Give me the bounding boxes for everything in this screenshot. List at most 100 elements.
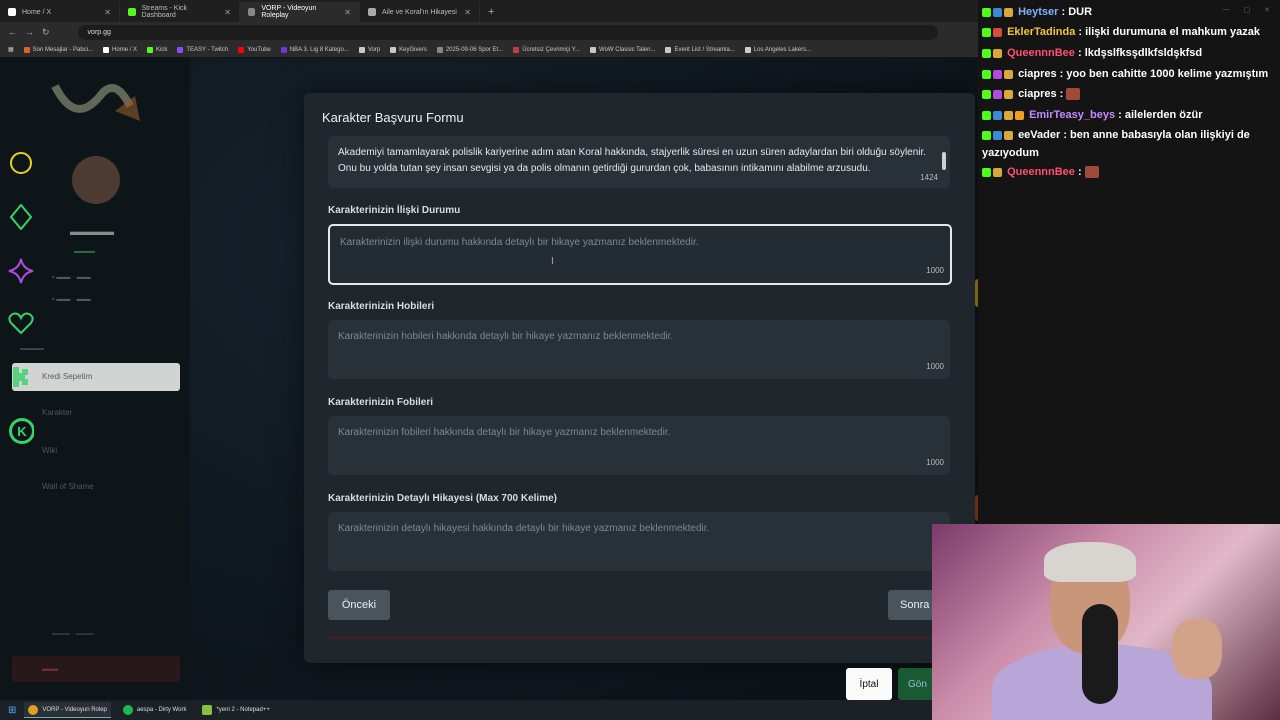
chat-text: lkdşslfksşdlkfsldşkfsd xyxy=(1084,47,1203,59)
reload-icon[interactable]: ↻ xyxy=(42,27,50,38)
field-label-hobbies: Karakterinizin Hobileri xyxy=(328,301,435,312)
sub-badge-icon xyxy=(993,130,1002,140)
sidebar-item[interactable]: Wall of Shame xyxy=(42,482,94,491)
browser-tab-active[interactable]: VORP - Videoyun Roleplay ✕ xyxy=(240,2,360,22)
footer-blurred: ▬▬▬ · ▬▬▬ xyxy=(52,631,94,637)
bookmark[interactable]: Son Mesajlar - Pabci... xyxy=(23,46,93,53)
stat-blurred: ▪ ▬▬ · ▬▬ xyxy=(52,274,91,281)
close-icon[interactable]: ✕ xyxy=(104,8,111,17)
screen: Home / X ✕ Streams - Kick Dashboard ✕ VORP… xyxy=(0,0,1280,720)
sidebar-item[interactable]: Wiki xyxy=(42,446,57,455)
bookmark-icon xyxy=(436,46,443,53)
sidebar-item[interactable]: Karakter xyxy=(42,408,72,417)
bookmark-icon xyxy=(744,46,751,53)
story-textarea[interactable]: Akademiyi tamamlayarak polislik kariyeri… xyxy=(328,136,950,188)
browser-tab[interactable]: Aile ve Koral'ın Hikayesi ✕ xyxy=(360,2,480,22)
windows-start-icon[interactable]: ⊞ xyxy=(8,705,16,716)
mod-badge-icon xyxy=(1004,7,1013,17)
bookmark[interactable]: KeyGivers xyxy=(390,46,427,53)
detailed-story-textarea[interactable]: Karakterinizin detaylı hikayesi hakkında… xyxy=(328,512,950,571)
field-label-relationship: Karakterinizin İlişki Durumu xyxy=(328,205,461,216)
chat-username[interactable]: EmirTeasy_beys xyxy=(1029,109,1115,121)
phobias-textarea[interactable]: Karakterinizin fobileri hakkında detaylı… xyxy=(328,416,950,475)
close-icon[interactable]: ✕ xyxy=(464,8,471,17)
taskbar-item[interactable]: VORP - Videoyun Rolep xyxy=(24,702,111,718)
chat-message: ciapres : xyxy=(982,85,1274,103)
vorp-logo-mark xyxy=(51,84,140,121)
chat-text: DUR xyxy=(1068,6,1093,18)
cancel-button[interactable]: İptal xyxy=(846,668,892,700)
bookmark[interactable]: Vorp xyxy=(358,46,380,53)
back-icon[interactable]: ← xyxy=(8,27,17,37)
chat-username[interactable]: eeVader xyxy=(1018,129,1060,141)
bookmark[interactable]: WoW Classic Talen... xyxy=(590,46,655,53)
notepad-icon xyxy=(202,705,213,715)
kick-icon xyxy=(128,8,136,16)
scrollbar[interactable] xyxy=(942,152,946,170)
sidebar-item-active[interactable]: Kredi Sepetim xyxy=(12,363,180,391)
char-counter: 1000 xyxy=(926,458,944,467)
sub-badge-icon xyxy=(993,48,1002,58)
spotify-icon xyxy=(122,705,133,715)
chat-username[interactable]: QueennnBee xyxy=(1007,166,1075,178)
webcam-overlay xyxy=(932,524,1280,720)
story-text: Akademiyi tamamlayarak polislik kariyeri… xyxy=(338,147,927,174)
status-blurred: ▬▬▬ xyxy=(74,248,95,255)
send-button[interactable]: Gön xyxy=(898,668,934,700)
bookmark[interactable]: NBA 3. Lig 8 Katego... xyxy=(280,46,349,53)
chrome-icon xyxy=(28,704,39,715)
kick-icon xyxy=(147,46,154,53)
kick-icon xyxy=(8,364,34,390)
placeholder-text: Karakterinizin fobileri hakkında detaylı… xyxy=(338,427,671,438)
chat-username[interactable]: Heytser xyxy=(1018,6,1058,18)
username-blurred: ▬▬▬▬ xyxy=(70,226,114,238)
bookmark[interactable]: 2025-09-06 Spor Et... xyxy=(436,46,503,53)
chat-message: Heytser : DUR xyxy=(982,3,1274,21)
apps-icon[interactable]: ▦ xyxy=(8,46,14,53)
url-input[interactable]: vorp.gg xyxy=(77,24,938,40)
folder-icon xyxy=(590,46,597,53)
chat-username[interactable]: ciapres xyxy=(1018,68,1057,80)
folder-icon xyxy=(358,46,365,53)
chat-username[interactable]: ciapres xyxy=(1018,88,1057,100)
bookmark[interactable]: TEASY - Twitch xyxy=(177,46,228,53)
new-tab-button[interactable]: + xyxy=(480,2,502,22)
taskbar-item[interactable]: aespa - Dirty Work xyxy=(119,702,191,718)
close-icon[interactable]: ✕ xyxy=(344,8,351,17)
chat-username[interactable]: EklerTadinda xyxy=(1007,26,1075,38)
bookmark[interactable]: Event List / Streamla... xyxy=(665,46,735,53)
kick-logo-icon: K xyxy=(8,418,34,444)
chat-username[interactable]: QueennnBee xyxy=(1007,47,1075,59)
kick-badge-icon xyxy=(982,69,991,79)
browser-tab[interactable]: Home / X ✕ xyxy=(0,2,120,22)
chat-message: QueennnBee : lkdşslfksşdlkfsldşkfsd xyxy=(982,44,1274,62)
star-icon xyxy=(8,258,34,284)
x-icon xyxy=(8,8,16,16)
chat-message: EmirTeasy_beys : ailelerden özür xyxy=(982,106,1274,124)
bookmark[interactable]: Los Angeles Lakers... xyxy=(744,46,811,53)
relationship-textarea[interactable]: Karakterinizin ilişki durumu hakkında de… xyxy=(328,224,952,285)
svg-text:K: K xyxy=(17,424,27,439)
bookmark[interactable]: Ücretsiz Çevrimiçi Y... xyxy=(513,46,580,53)
sub-badge-icon xyxy=(1004,69,1013,79)
avatar[interactable] xyxy=(72,156,120,204)
chat-message: ciapres : yoo ben cahitte 1000 kelime ya… xyxy=(982,65,1274,83)
mod-badge-icon xyxy=(1004,110,1013,120)
emote-icon xyxy=(1084,166,1099,179)
taskbar-item[interactable]: *yeni 2 - Notepad++ xyxy=(198,702,273,718)
close-icon[interactable]: ✕ xyxy=(224,8,231,17)
bookmark[interactable]: Kick xyxy=(147,46,167,53)
hobbies-textarea[interactable]: Karakterinizin hobileri hakkında detaylı… xyxy=(328,320,950,379)
gift-badge-icon xyxy=(993,27,1002,37)
bookmark[interactable]: YouTube xyxy=(238,46,271,53)
bookmark[interactable]: Home / X xyxy=(103,46,137,53)
emote-icon xyxy=(1066,88,1081,101)
kick-badge-icon xyxy=(982,130,991,140)
mod-badge-icon xyxy=(1004,130,1013,140)
forward-icon[interactable]: → xyxy=(25,27,34,37)
diamond-icon xyxy=(8,204,34,230)
logout-button[interactable]: ▬▬ xyxy=(12,656,180,682)
browser-tab[interactable]: Streams - Kick Dashboard ✕ xyxy=(120,2,240,22)
previous-button[interactable]: Önceki xyxy=(328,590,390,620)
kick-badge-icon xyxy=(982,7,991,17)
